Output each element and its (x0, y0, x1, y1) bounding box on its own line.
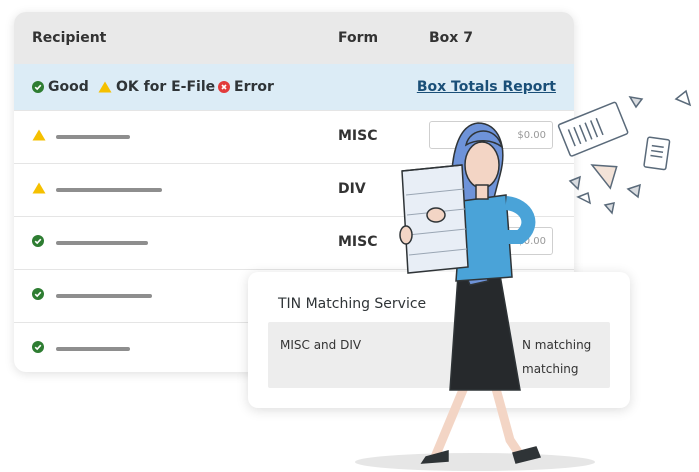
recipient-placeholder-bar (56, 294, 152, 298)
recipient-placeholder-bar (56, 347, 130, 351)
legend-good-label: Good (48, 79, 89, 95)
header-recipient: Recipient (32, 30, 107, 46)
header-box7: Box 7 (429, 30, 473, 46)
woman-carrying-papers-illustration (355, 89, 692, 471)
error-circle-icon (218, 81, 230, 93)
woman-figure (399, 122, 542, 464)
table-header: Recipient Form Box 7 (14, 12, 574, 64)
check-circle-icon (32, 81, 44, 93)
check-circle-icon (32, 288, 44, 300)
recipient-placeholder-bar (56, 135, 130, 139)
ground-shadow (355, 453, 595, 471)
legend-good: Good (32, 79, 89, 95)
check-circle-icon (32, 341, 44, 353)
legend-error: Error (218, 79, 274, 95)
recipient-placeholder-bar (56, 188, 162, 192)
warning-triangle-icon (32, 182, 46, 194)
recipient-placeholder-bar (56, 241, 148, 245)
warning-triangle-icon (32, 129, 46, 141)
legend-ok-label: OK for E-File (116, 79, 216, 95)
flying-papers-icon (557, 89, 692, 215)
check-circle-icon (32, 235, 44, 247)
warning-triangle-icon (98, 81, 112, 93)
header-form: Form (338, 30, 379, 46)
legend-ok: OK for E-File (98, 79, 215, 95)
legend-error-label: Error (234, 79, 274, 95)
